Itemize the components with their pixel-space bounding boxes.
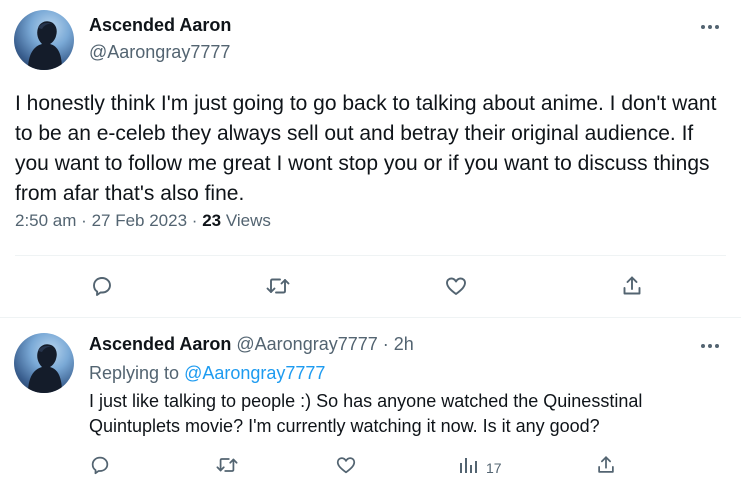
reply-icon[interactable]: [82, 266, 122, 306]
views-count: 17: [486, 459, 502, 476]
replying-to-handle[interactable]: @Aarongray7777: [184, 363, 325, 383]
views-icon: [458, 455, 478, 480]
avatar-image: [28, 21, 62, 70]
views-button[interactable]: 17: [458, 455, 502, 480]
divider: [15, 255, 726, 256]
tweet-time[interactable]: 2:50 am: [15, 211, 76, 230]
share-icon[interactable]: [586, 445, 626, 485]
tweet-age[interactable]: 2h: [394, 334, 414, 354]
divider: [0, 317, 741, 318]
tweet-date[interactable]: 27 Feb 2023: [92, 211, 187, 230]
separator-dot: ·: [191, 211, 198, 230]
separator-dot: ·: [81, 211, 87, 230]
avatar-image: [28, 344, 62, 393]
replying-to-label: Replying to: [89, 363, 180, 383]
tweet-text: I honestly think I'm just going to go ba…: [15, 92, 717, 205]
replying-to: Replying to @Aarongray7777: [89, 363, 325, 384]
author-handle[interactable]: @Aarongray7777: [236, 334, 377, 354]
retweet-icon[interactable]: [207, 445, 247, 485]
tweet-text: I just like talking to people :) So has …: [89, 391, 643, 436]
author-display-name[interactable]: Ascended Aaron: [89, 15, 231, 36]
reply-header: Ascended Aaron @Aarongray7777 · 2h: [89, 334, 414, 355]
avatar[interactable]: [14, 333, 74, 393]
reply-icon[interactable]: [80, 445, 120, 485]
avatar[interactable]: [14, 10, 74, 70]
author-handle[interactable]: @Aarongray7777: [89, 42, 230, 63]
separator-dot: ·: [382, 334, 389, 354]
views-label: Views: [225, 211, 271, 230]
tweet-meta: 2:50 am · 27 Feb 2023 · 23 Views: [15, 211, 271, 231]
more-icon[interactable]: [698, 15, 722, 39]
share-icon[interactable]: [612, 266, 652, 306]
more-icon[interactable]: [698, 334, 722, 358]
like-icon[interactable]: [326, 445, 366, 485]
author-display-name[interactable]: Ascended Aaron: [89, 334, 231, 354]
like-icon[interactable]: [436, 266, 476, 306]
retweet-icon[interactable]: [258, 266, 298, 306]
views-count: 23: [202, 211, 222, 230]
